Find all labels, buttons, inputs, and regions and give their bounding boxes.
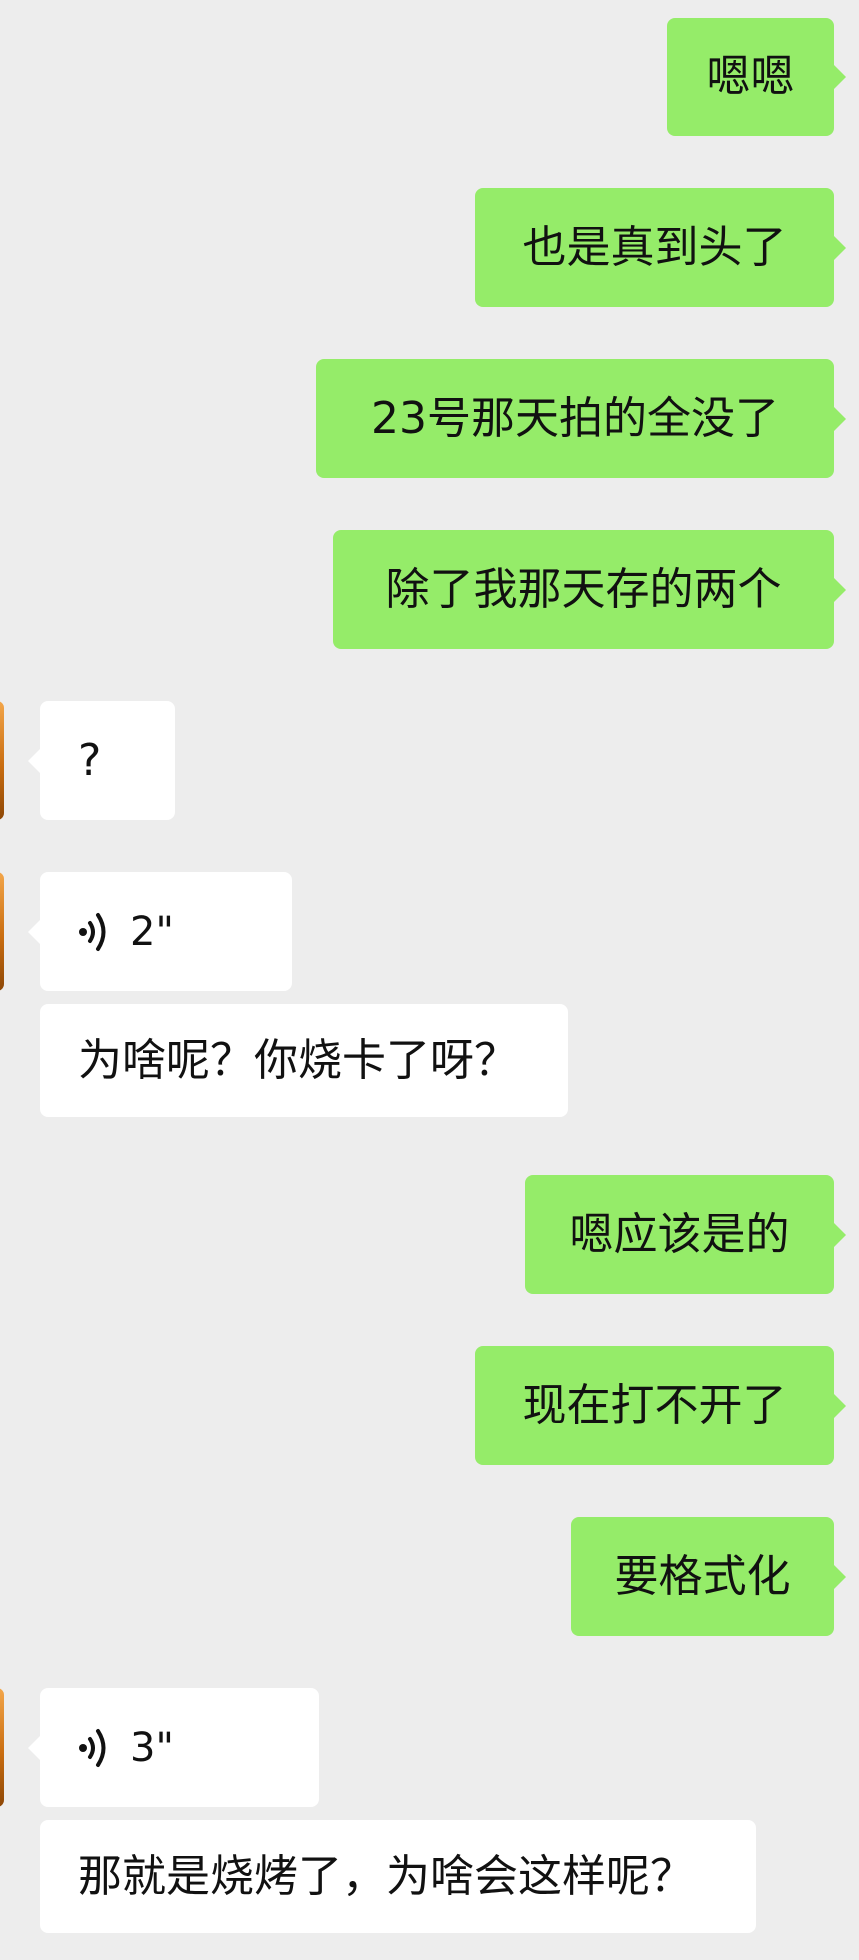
- message-bubble-incoming[interactable]: ?: [28, 701, 175, 820]
- message-text: 现在打不开了: [522, 1379, 787, 1431]
- bubble-tail: [834, 1222, 846, 1247]
- message-bubble-outgoing[interactable]: 嗯应该是的: [525, 1175, 846, 1294]
- message-text: 要格式化: [614, 1550, 791, 1602]
- message-text: ?: [78, 734, 102, 786]
- message-bubble-incoming[interactable]: 那就是烧烤了，为啥会这样呢？: [40, 1820, 756, 1933]
- voice-duration: 2": [130, 908, 174, 955]
- message-bubble-outgoing[interactable]: 现在打不开了: [475, 1346, 846, 1465]
- bubble-tail: [834, 65, 846, 89]
- avatar[interactable]: [0, 872, 4, 991]
- message-text: 也是真到头了: [522, 221, 787, 273]
- bubble-tail: [28, 748, 40, 773]
- message-text: 为啥呢？你烧卡了呀？: [78, 1034, 518, 1086]
- bubble-tail: [834, 406, 846, 431]
- avatar[interactable]: [0, 701, 4, 820]
- message-bubble-outgoing[interactable]: 嗯嗯: [667, 18, 846, 136]
- voice-message-bubble[interactable]: 2": [28, 872, 292, 991]
- message-bubble-outgoing[interactable]: 要格式化: [571, 1517, 846, 1636]
- message-text: 那就是烧烤了，为啥会这样呢？: [78, 1850, 694, 1902]
- voice-wave-icon: [78, 1725, 112, 1771]
- bubble-tail: [834, 1393, 846, 1418]
- message-bubble-incoming[interactable]: 为啥呢？你烧卡了呀？: [40, 1004, 568, 1117]
- message-bubble-outgoing[interactable]: 除了我那天存的两个: [333, 530, 846, 649]
- bubble-tail: [834, 577, 846, 602]
- message-text: 嗯应该是的: [569, 1208, 790, 1260]
- message-text: 23号那天拍的全没了: [371, 392, 779, 444]
- voice-wave-icon: [78, 909, 112, 955]
- voice-duration: 3": [130, 1724, 174, 1771]
- bubble-tail: [834, 235, 846, 260]
- message-text: 除了我那天存的两个: [385, 563, 782, 615]
- message-bubble-outgoing[interactable]: 也是真到头了: [475, 188, 846, 307]
- message-bubble-outgoing[interactable]: 23号那天拍的全没了: [316, 359, 846, 478]
- bubble-tail: [28, 1735, 40, 1760]
- bubble-tail: [28, 919, 40, 944]
- bubble-tail: [834, 1564, 846, 1589]
- avatar[interactable]: [0, 1688, 4, 1807]
- voice-message-bubble[interactable]: 3": [28, 1688, 319, 1807]
- message-text: 嗯嗯: [706, 51, 795, 102]
